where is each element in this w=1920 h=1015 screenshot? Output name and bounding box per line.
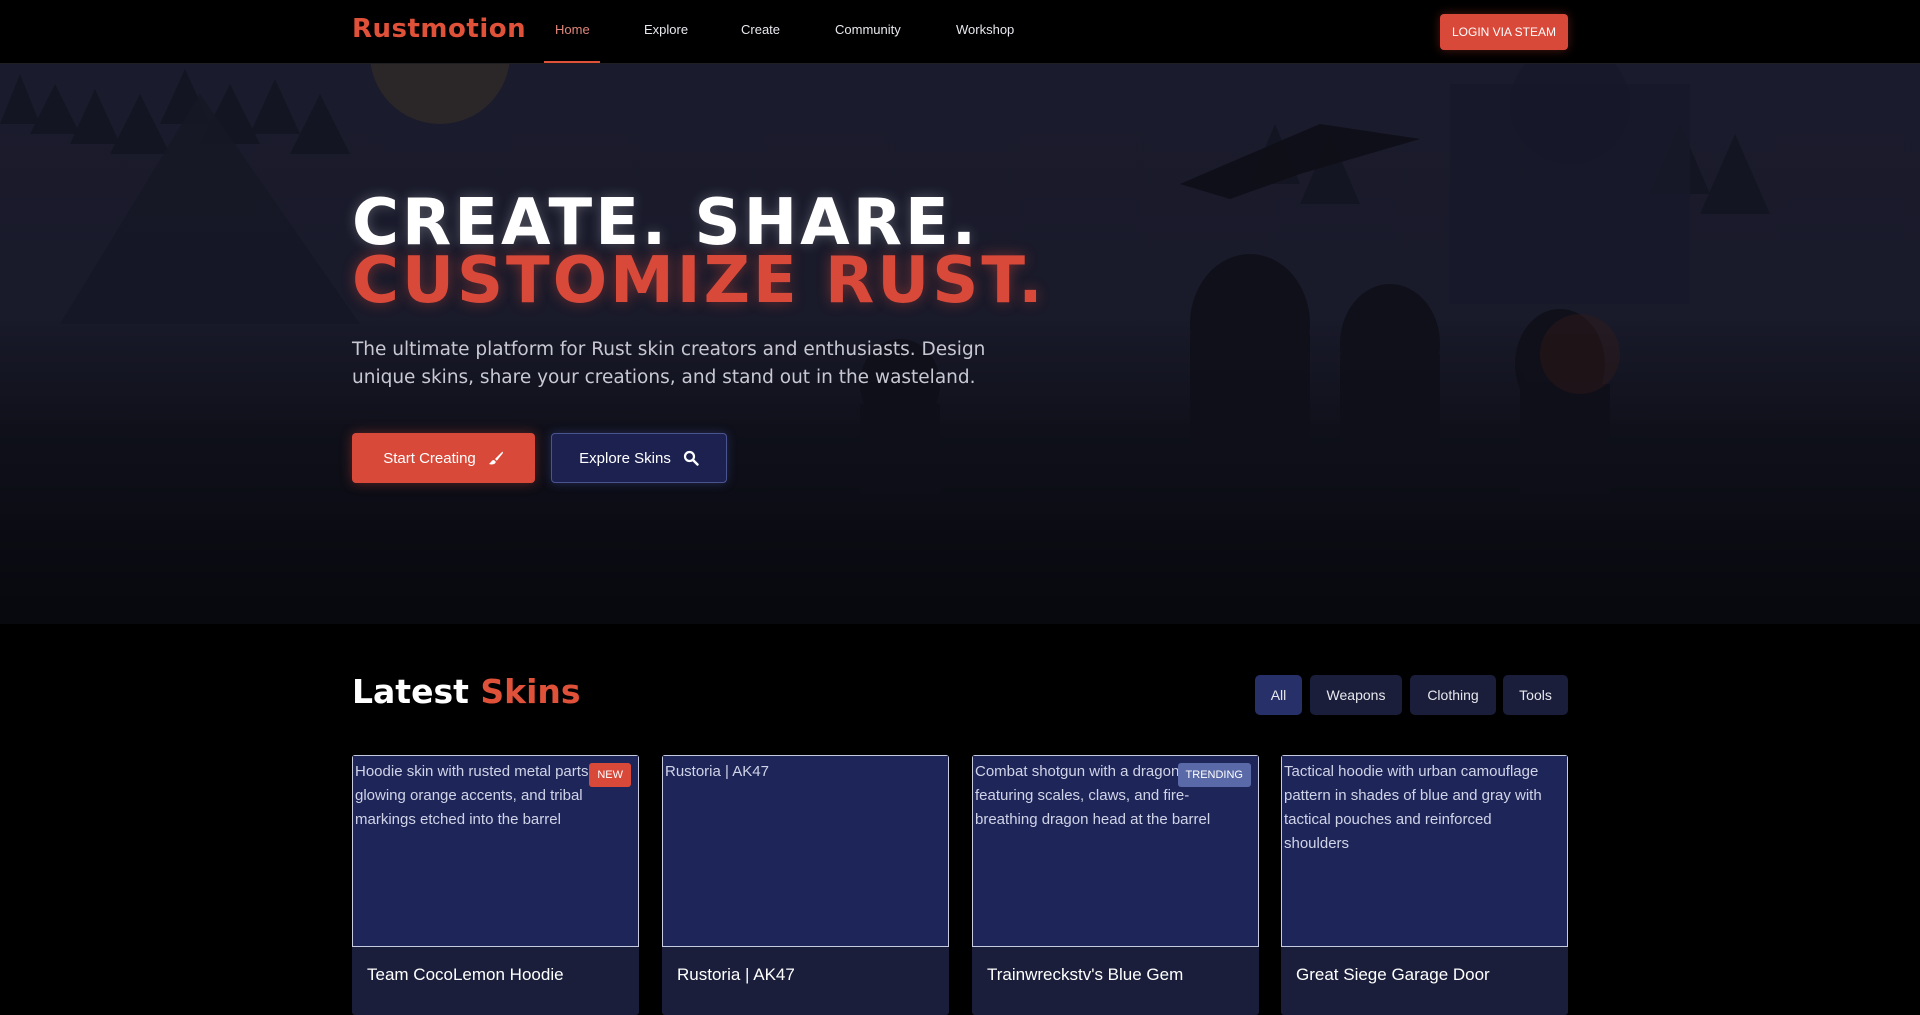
filter-tools[interactable]: Tools: [1503, 675, 1568, 715]
hero-title: CREATE. SHARE. CUSTOMIZE RUST.: [352, 191, 1046, 318]
skin-card[interactable]: Combat shotgun with a dragon design feat…: [972, 755, 1259, 1015]
skin-card-image: Rustoria | AK47: [662, 755, 949, 947]
hero-subtitle: The ultimate platform for Rust skin crea…: [352, 339, 986, 388]
skin-card-image-alt: Hoodie skin with rusted metal parts, glo…: [355, 763, 593, 828]
nav-link-home[interactable]: Home: [555, 22, 590, 37]
latest-skins-heading-accent: Skins: [480, 672, 581, 711]
skin-card-title: Team CocoLemon Hoodie: [367, 965, 564, 984]
explore-skins-label: Explore Skins: [579, 449, 671, 467]
skin-card-title: Trainwreckstv's Blue Gem: [987, 965, 1184, 984]
hero-section: CREATE. SHARE. CUSTOMIZE RUST. The ultim…: [0, 64, 1920, 624]
nav-link-explore[interactable]: Explore: [644, 22, 688, 37]
skin-card-title: Great Siege Garage Door: [1296, 965, 1490, 984]
start-creating-button[interactable]: Start Creating: [352, 433, 535, 483]
hero-title-line-2: CUSTOMIZE RUST.: [352, 244, 1046, 318]
skin-card-title: Rustoria | AK47: [677, 965, 795, 984]
filter-all[interactable]: All: [1255, 675, 1302, 715]
skin-card[interactable]: Tactical hoodie with urban camouflage pa…: [1281, 755, 1568, 1015]
logo[interactable]: Rustmotion: [352, 14, 526, 44]
skin-card-image: Tactical hoodie with urban camouflage pa…: [1281, 755, 1568, 947]
nav-link-create[interactable]: Create: [741, 22, 780, 37]
latest-skins-heading: Latest Skins: [352, 672, 581, 711]
search-icon: [683, 450, 699, 466]
filter-weapons[interactable]: Weapons: [1310, 675, 1402, 715]
skin-card-image: Hoodie skin with rusted metal parts, glo…: [352, 755, 639, 947]
skin-card[interactable]: Rustoria | AK47 Rustoria | AK47: [662, 755, 949, 1015]
skin-card-image-alt: Tactical hoodie with urban camouflage pa…: [1284, 763, 1542, 852]
skin-card-image: Combat shotgun with a dragon design feat…: [972, 755, 1259, 947]
latest-skins-heading-white: Latest: [352, 672, 469, 711]
trending-badge: TRENDING: [1177, 763, 1251, 787]
start-creating-label: Start Creating: [383, 449, 476, 467]
paintbrush-icon: [488, 451, 503, 465]
nav-link-workshop[interactable]: Workshop: [956, 22, 1014, 37]
skin-card[interactable]: Hoodie skin with rusted metal parts, glo…: [352, 755, 639, 1015]
active-nav-indicator: [544, 61, 600, 63]
explore-skins-button[interactable]: Explore Skins: [551, 433, 727, 483]
skin-card-image-alt: Rustoria | AK47: [665, 763, 769, 780]
login-via-steam-button[interactable]: LOGIN VIA STEAM: [1440, 14, 1568, 50]
top-navbar: Rustmotion Home Explore Create Community…: [0, 0, 1920, 64]
new-badge: NEW: [589, 763, 631, 787]
filter-clothing[interactable]: Clothing: [1410, 675, 1496, 715]
nav-link-community[interactable]: Community: [835, 22, 901, 37]
